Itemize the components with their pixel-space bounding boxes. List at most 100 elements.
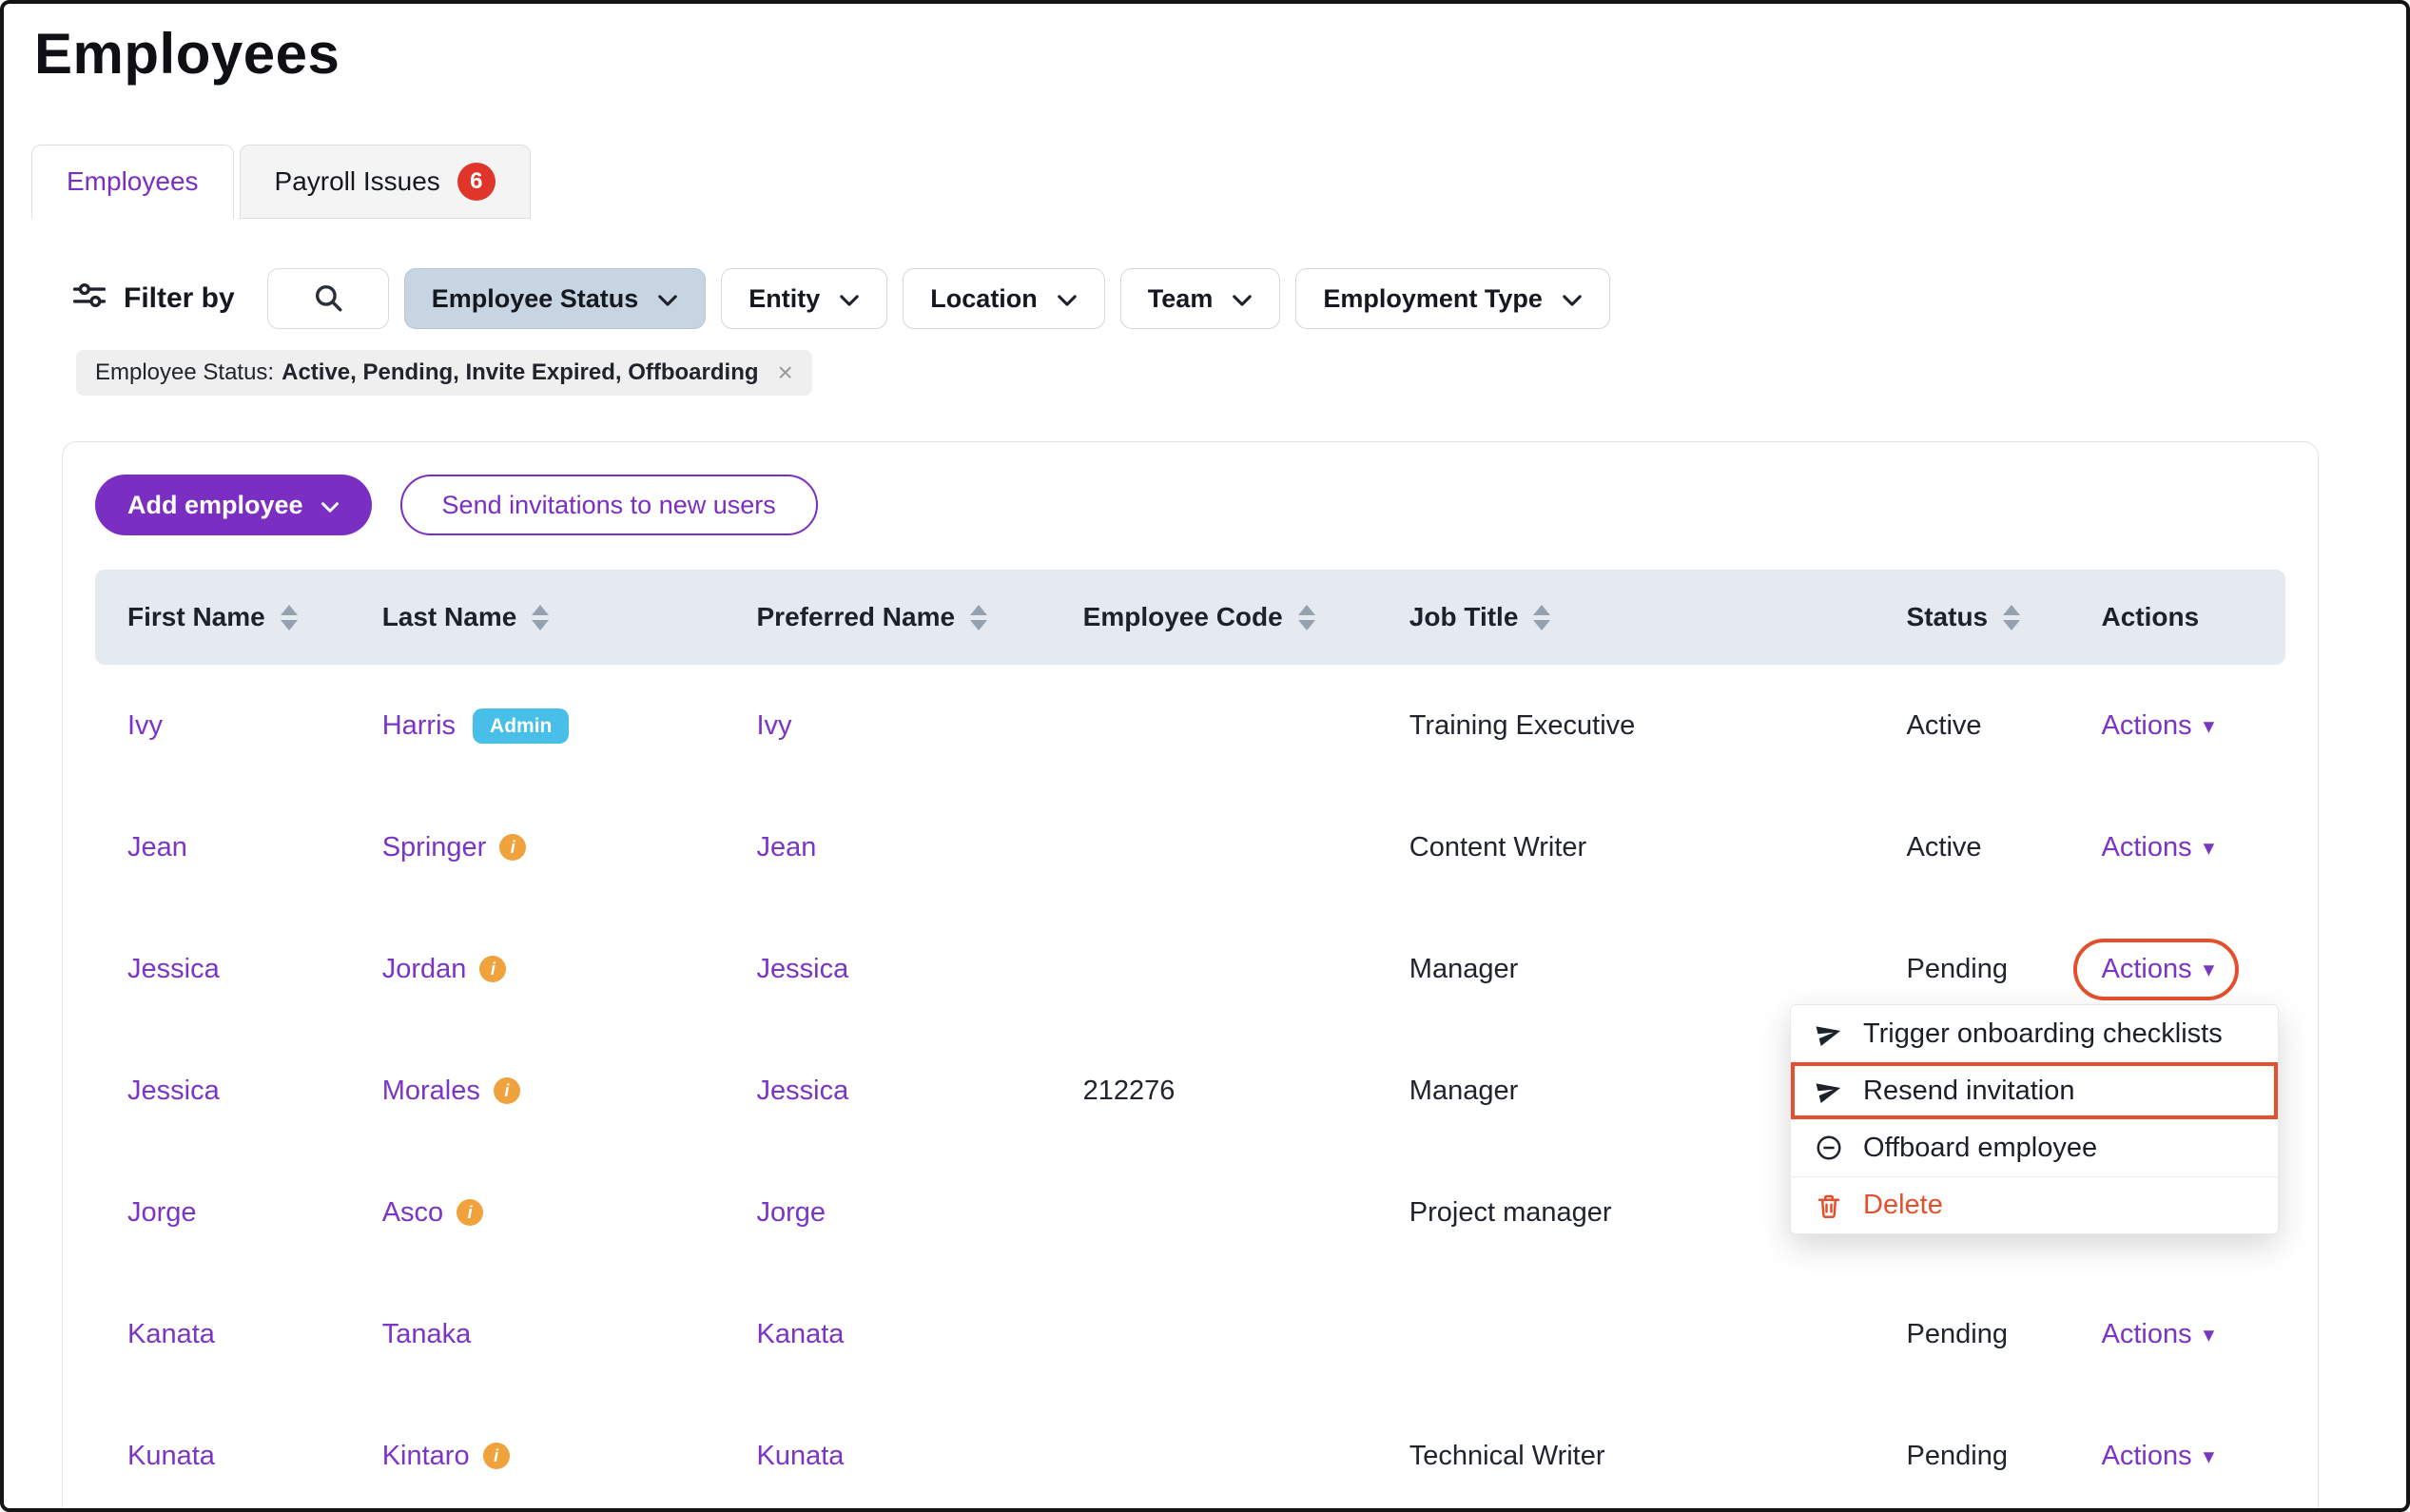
- filter-bar: Filter by Employee Status Entity Locatio…: [72, 268, 2406, 329]
- preferred-name-link[interactable]: Jessica: [757, 1076, 849, 1107]
- table-row: Kunata Kintaro i Kunata Technical Writer…: [95, 1395, 2285, 1512]
- menu-item-delete[interactable]: Delete: [1791, 1176, 2278, 1233]
- last-name-link[interactable]: Springer: [382, 832, 487, 863]
- col-header-first-name[interactable]: First Name: [95, 602, 382, 632]
- status: Active: [1907, 832, 2102, 863]
- chevron-down-icon: [1057, 284, 1078, 314]
- first-name-link[interactable]: Ivy: [127, 710, 163, 742]
- table-header: First Name Last Name Preferred Name Empl…: [95, 570, 2285, 665]
- employee-status-filter-chip: Employee Status: Active, Pending, Invite…: [76, 350, 812, 396]
- last-name-link[interactable]: Asco: [382, 1197, 443, 1229]
- menu-item-trigger-onboarding[interactable]: Trigger onboarding checklists: [1791, 1005, 2278, 1062]
- actions-button[interactable]: Actions ▾: [2102, 832, 2215, 863]
- menu-item-resend-invitation[interactable]: Resend invitation: [1791, 1062, 2278, 1119]
- info-icon[interactable]: i: [494, 1077, 520, 1104]
- last-name-link[interactable]: Tanaka: [382, 1319, 472, 1350]
- filter-by-label: Filter by: [72, 281, 235, 318]
- actions-button[interactable]: Actions ▾: [2102, 710, 2215, 742]
- tab-bar: Employees Payroll Issues 6: [31, 145, 2406, 219]
- first-name-link[interactable]: Jorge: [127, 1197, 197, 1229]
- filter-button-employment-type[interactable]: Employment Type: [1295, 268, 1610, 329]
- search-icon: [312, 281, 344, 317]
- first-name-link[interactable]: Jessica: [127, 954, 220, 985]
- info-icon[interactable]: i: [457, 1199, 483, 1226]
- sort-icon[interactable]: [1533, 605, 1550, 630]
- table-row: Kanata Tanaka Kanata Pending Actions ▾: [95, 1273, 2285, 1395]
- caret-down-icon: ▾: [2204, 1444, 2215, 1469]
- send-icon: [1811, 1017, 1847, 1052]
- chevron-down-icon: [1562, 284, 1583, 314]
- col-header-job-title[interactable]: Job Title: [1409, 602, 1907, 632]
- job-title: Technical Writer: [1409, 1441, 1907, 1472]
- filter-button-entity[interactable]: Entity: [721, 268, 887, 329]
- col-header-status[interactable]: Status: [1907, 602, 2102, 632]
- info-icon[interactable]: i: [483, 1443, 510, 1469]
- preferred-name-link[interactable]: Jessica: [757, 954, 849, 985]
- trash-icon: [1814, 1192, 1844, 1220]
- payroll-issues-count-badge: 6: [457, 163, 496, 201]
- remove-filter-icon[interactable]: ×: [778, 359, 793, 386]
- sort-icon[interactable]: [281, 605, 298, 630]
- employee-code: 212276: [1083, 1076, 1409, 1107]
- tab-employees-label: Employees: [67, 166, 199, 197]
- col-header-actions: Actions: [2102, 602, 2285, 632]
- caret-down-icon: ▾: [2204, 713, 2215, 739]
- filter-button-team[interactable]: Team: [1120, 268, 1281, 329]
- last-name-link[interactable]: Jordan: [382, 954, 467, 985]
- table-row: Ivy Harris Admin Ivy Training Executive …: [95, 665, 2285, 786]
- chevron-down-icon: [657, 284, 678, 314]
- admin-badge: Admin: [473, 708, 569, 744]
- job-title: Training Executive: [1409, 710, 1907, 742]
- job-title: Content Writer: [1409, 832, 1907, 863]
- col-header-preferred-name[interactable]: Preferred Name: [757, 602, 1083, 632]
- last-name-link[interactable]: Harris: [382, 710, 456, 742]
- page: Employees Employees Payroll Issues 6 Fil…: [0, 0, 2410, 1512]
- chevron-down-icon: [1232, 284, 1253, 314]
- last-name-link[interactable]: Morales: [382, 1076, 480, 1107]
- actions-button-highlighted[interactable]: Actions ▾: [2102, 954, 2215, 985]
- sort-icon[interactable]: [2003, 605, 2020, 630]
- preferred-name-link[interactable]: Ivy: [757, 710, 792, 742]
- first-name-link[interactable]: Kanata: [127, 1319, 215, 1350]
- chevron-down-icon: [839, 284, 860, 314]
- add-employee-button[interactable]: Add employee: [95, 475, 372, 535]
- search-button[interactable]: [267, 268, 389, 329]
- info-icon[interactable]: i: [479, 956, 506, 982]
- status: Pending: [1907, 1441, 2102, 1472]
- actions-button[interactable]: Actions ▾: [2102, 1441, 2215, 1472]
- last-name-link[interactable]: Kintaro: [382, 1441, 470, 1472]
- filter-button-employee-status[interactable]: Employee Status: [404, 268, 707, 329]
- col-header-employee-code[interactable]: Employee Code: [1083, 602, 1409, 632]
- caret-down-icon: ▾: [2204, 835, 2215, 861]
- tab-payroll-issues-label: Payroll Issues: [275, 166, 440, 197]
- col-header-last-name[interactable]: Last Name: [382, 602, 757, 632]
- filter-sliders-icon: [72, 281, 107, 318]
- card-toolbar: Add employee Send invitations to new use…: [95, 475, 2285, 535]
- preferred-name-link[interactable]: Jorge: [757, 1197, 826, 1229]
- send-invitations-button[interactable]: Send invitations to new users: [400, 475, 818, 535]
- preferred-name-link[interactable]: Kunata: [757, 1441, 845, 1472]
- preferred-name-link[interactable]: Jean: [757, 832, 817, 863]
- tab-employees[interactable]: Employees: [31, 145, 234, 219]
- first-name-link[interactable]: Jessica: [127, 1076, 220, 1107]
- sort-icon[interactable]: [1298, 605, 1315, 630]
- first-name-link[interactable]: Kunata: [127, 1441, 215, 1472]
- actions-button[interactable]: Actions ▾: [2102, 1319, 2215, 1350]
- caret-down-icon: ▾: [2204, 1322, 2215, 1347]
- sort-icon[interactable]: [532, 605, 549, 630]
- active-filters: Employee Status: Active, Pending, Invite…: [76, 350, 2406, 396]
- tab-payroll-issues[interactable]: Payroll Issues 6: [240, 145, 531, 219]
- chevron-down-icon: [321, 491, 340, 520]
- menu-item-offboard-employee[interactable]: Offboard employee: [1791, 1119, 2278, 1176]
- actions-dropdown-menu: Trigger onboarding checklists Resend inv…: [1790, 1004, 2279, 1234]
- filter-button-location[interactable]: Location: [903, 268, 1105, 329]
- info-icon[interactable]: i: [499, 834, 526, 861]
- first-name-link[interactable]: Jean: [127, 832, 187, 863]
- preferred-name-link[interactable]: Kanata: [757, 1319, 845, 1350]
- job-title: Manager: [1409, 954, 1907, 985]
- status: Active: [1907, 710, 2102, 742]
- status: Pending: [1907, 954, 2102, 985]
- table-row: Jean Springer i Jean Content Writer Acti…: [95, 786, 2285, 908]
- caret-down-icon: ▾: [2204, 957, 2215, 982]
- sort-icon[interactable]: [970, 605, 987, 630]
